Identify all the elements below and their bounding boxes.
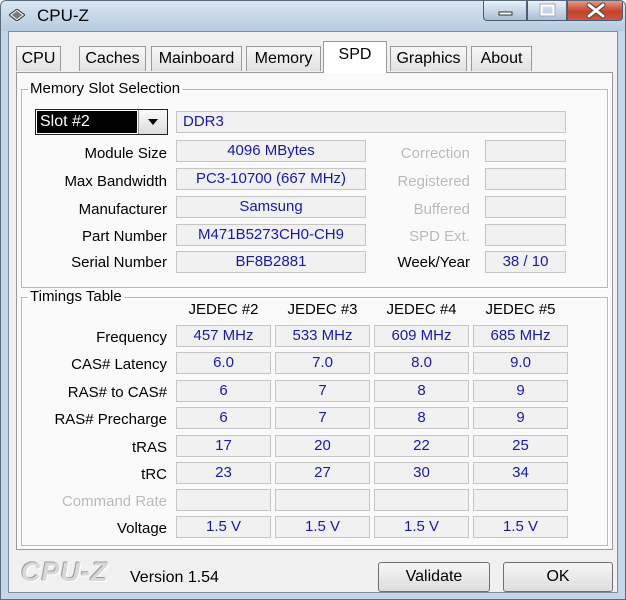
- timings-column-header: JEDEC #5: [485, 301, 556, 318]
- tab-caches[interactable]: Caches: [79, 46, 146, 71]
- timings-cell: 8.0: [374, 352, 469, 374]
- tab-spd[interactable]: SPD: [323, 41, 387, 73]
- timings-cell: 34: [473, 462, 568, 484]
- validate-button[interactable]: Validate: [378, 562, 490, 592]
- manufacturer-label: Manufacturer: [78, 201, 167, 218]
- timings-row-label: Frequency: [96, 329, 167, 346]
- close-icon: [586, 2, 606, 19]
- spd-tab-panel: Memory Slot Selection Slot #2 DDR3 Modul…: [16, 72, 613, 550]
- week-year-label: Week/Year: [397, 254, 470, 271]
- timings-cell: [176, 489, 271, 511]
- timings-row-label: Voltage: [116, 520, 167, 537]
- timings-column-header: JEDEC #2: [188, 301, 259, 318]
- timings-cell: 8: [374, 380, 469, 402]
- cpuz-window: CPU-Z CPU Caches Mainboard Memory SPD Gr…: [0, 0, 626, 600]
- maximize-button[interactable]: [527, 1, 567, 21]
- timings-row-label: Command Rate: [61, 493, 167, 510]
- timings-cell: 457 MHz: [176, 325, 271, 347]
- registered-field: [485, 168, 566, 190]
- timings-cell: 9: [473, 407, 568, 429]
- timings-cell: 6: [176, 380, 271, 402]
- version-label: Version 1.54: [130, 569, 219, 586]
- spd-ext-field: [485, 224, 566, 246]
- timings-cell: [473, 489, 568, 511]
- part-number-field: M471B5273CH0-CH9: [176, 224, 366, 246]
- timings-cell: 8: [374, 407, 469, 429]
- buffered-field: [485, 196, 566, 218]
- timings-cell: 6.0: [176, 352, 271, 374]
- title-bar[interactable]: CPU-Z: [1, 1, 625, 31]
- slot-dropdown-value: Slot #2: [37, 111, 137, 133]
- timings-cell: 1.5 V: [473, 516, 568, 538]
- timings-cell: [374, 489, 469, 511]
- timings-cell: 7.0: [275, 352, 370, 374]
- timings-row-label: tRAS: [131, 439, 167, 456]
- timings-cell: 30: [374, 462, 469, 484]
- timings-row-label: tRC: [141, 466, 167, 483]
- timings-column-header: JEDEC #4: [386, 301, 457, 318]
- close-button[interactable]: [567, 1, 623, 21]
- ok-button[interactable]: OK: [503, 562, 613, 592]
- module-size-label: Module Size: [84, 145, 167, 162]
- cpuz-logo: CPU-Z: [21, 557, 109, 587]
- app-icon: [9, 9, 25, 21]
- timings-cell: 17: [176, 435, 271, 457]
- timings-cell: 7: [275, 380, 370, 402]
- timings-cell: 533 MHz: [275, 325, 370, 347]
- tab-memory[interactable]: Memory: [246, 46, 321, 71]
- timings-group-title: Timings Table: [28, 288, 124, 305]
- timings-row-label: CAS# Latency: [71, 356, 167, 373]
- dropdown-arrow-button[interactable]: [138, 110, 167, 134]
- tab-graphics[interactable]: Graphics: [390, 46, 467, 71]
- spd-ext-label: SPD Ext.: [409, 228, 470, 245]
- serial-number-label: Serial Number: [71, 254, 167, 271]
- timings-row-label: RAS# to CAS#: [67, 384, 167, 401]
- registered-label: Registered: [397, 173, 470, 190]
- window-title: CPU-Z: [37, 6, 89, 25]
- timings-cell: 25: [473, 435, 568, 457]
- timings-cell: 9.0: [473, 352, 568, 374]
- week-year-field: 38 / 10: [485, 251, 566, 273]
- manufacturer-field: Samsung: [176, 196, 366, 218]
- timings-cell: 1.5 V: [275, 516, 370, 538]
- timings-cell: 685 MHz: [473, 325, 568, 347]
- module-size-field: 4096 MBytes: [176, 140, 366, 162]
- part-number-label: Part Number: [81, 228, 167, 245]
- slot-dropdown[interactable]: Slot #2: [35, 109, 168, 135]
- timings-cell: 6: [176, 407, 271, 429]
- tab-about[interactable]: About: [471, 46, 532, 71]
- timings-row-label: RAS# Precharge: [54, 411, 167, 428]
- buffered-label: Buffered: [413, 201, 470, 218]
- timings-cell: 22: [374, 435, 469, 457]
- timings-cell: [275, 489, 370, 511]
- serial-number-field: BF8B2881: [176, 251, 366, 273]
- minimize-icon: [498, 11, 513, 16]
- memory-slot-group-title: Memory Slot Selection: [28, 80, 183, 97]
- timings-cell: 9: [473, 380, 568, 402]
- tab-mainboard[interactable]: Mainboard: [151, 46, 242, 71]
- timings-cell: 1.5 V: [374, 516, 469, 538]
- maximize-icon: [539, 3, 556, 17]
- timings-cell: 609 MHz: [374, 325, 469, 347]
- timings-cell: 20: [275, 435, 370, 457]
- max-bandwidth-field: PC3-10700 (667 MHz): [176, 168, 366, 190]
- timings-cell: 23: [176, 462, 271, 484]
- tab-cpu[interactable]: CPU: [16, 46, 61, 71]
- timings-cell: 1.5 V: [176, 516, 271, 538]
- chevron-down-icon: [148, 119, 158, 125]
- timings-column-header: JEDEC #3: [287, 301, 358, 318]
- timings-cell: 27: [275, 462, 370, 484]
- memory-type-field: DDR3: [176, 111, 566, 133]
- correction-label: Correction: [400, 145, 470, 162]
- client-area: CPU Caches Mainboard Memory SPD Graphics…: [8, 31, 618, 593]
- timings-cell: 7: [275, 407, 370, 429]
- minimize-button[interactable]: [483, 1, 527, 21]
- correction-field: [485, 140, 566, 162]
- max-bandwidth-label: Max Bandwidth: [64, 173, 167, 190]
